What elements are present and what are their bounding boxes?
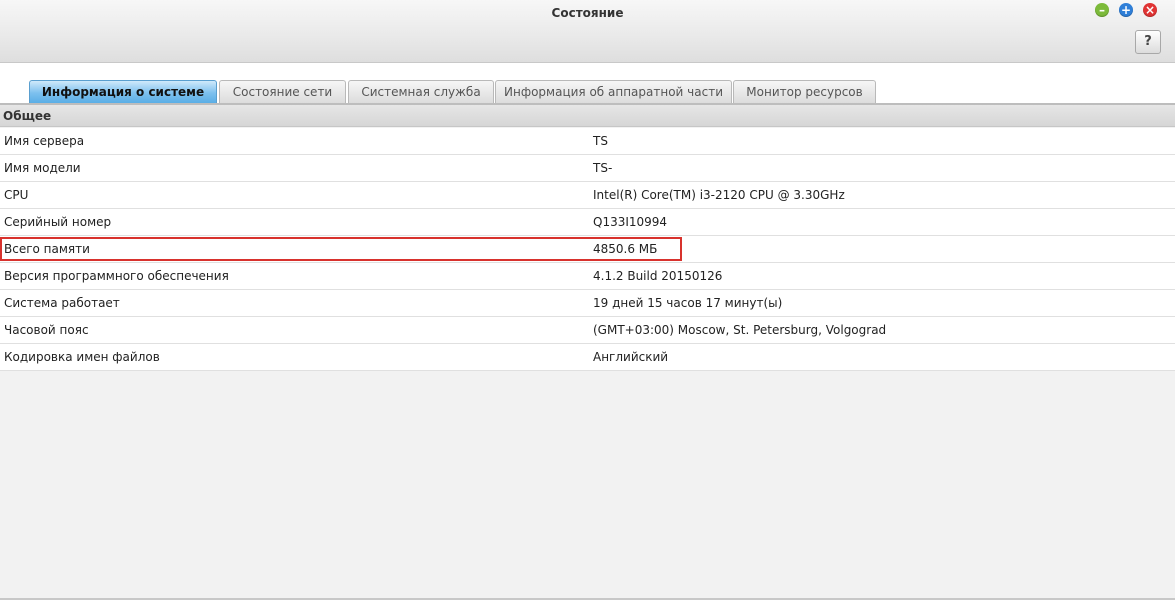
row-label: CPU <box>4 188 29 202</box>
table-row: Серийный номер Q133I10994 <box>0 209 1175 236</box>
tab-system-info[interactable]: Информация о системе <box>29 80 217 103</box>
row-value: TS- <box>593 155 657 182</box>
redacted-block <box>607 134 652 149</box>
table-row: Всего памяти 4850.6 МБ <box>0 236 1175 263</box>
section-header-general: Общее <box>0 105 1175 127</box>
window-title: Состояние <box>551 6 624 20</box>
table-row: Часовой пояс (GMT+03:00) Moscow, St. Pet… <box>0 317 1175 344</box>
close-button[interactable]: × <box>1143 3 1157 17</box>
row-label: Имя модели <box>4 161 81 175</box>
timezone-value: (GMT+03:00) Moscow, St. Petersburg, Volg… <box>593 323 887 337</box>
firmware-version-value: 4.1.2 Build 20150126 <box>593 269 723 283</box>
status-window: Состояние – + × ? Информация о системе С… <box>0 0 1175 600</box>
table-row: Имя сервера TS <box>0 128 1175 155</box>
help-button[interactable]: ? <box>1135 30 1161 54</box>
tab-system-service[interactable]: Системная служба <box>348 80 494 103</box>
model-name-value: TS- <box>593 161 613 175</box>
minimize-button[interactable]: – <box>1095 3 1109 17</box>
table-row: Версия программного обеспечения 4.1.2 Bu… <box>0 263 1175 290</box>
row-label: Имя сервера <box>4 134 85 148</box>
row-label: Система работает <box>4 296 120 310</box>
row-label: Всего памяти <box>4 242 90 256</box>
table-row: Имя модели TS- <box>0 155 1175 182</box>
total-memory-value: 4850.6 МБ <box>593 242 658 256</box>
tab-network-status[interactable]: Состояние сети <box>219 80 346 103</box>
info-table: Имя сервера TS Имя модели TS- CPU Intel(… <box>0 128 1175 371</box>
tab-hardware-info[interactable]: Информация об аппаратной части <box>495 80 732 103</box>
row-value: TS <box>593 128 652 155</box>
filename-encoding-value: Английский <box>593 350 669 364</box>
row-label: Версия программного обеспечения <box>4 269 229 283</box>
row-label: Часовой пояс <box>4 323 89 337</box>
cpu-value: Intel(R) Core(TM) i3-2120 CPU @ 3.30GHz <box>593 188 845 202</box>
maximize-button[interactable]: + <box>1119 3 1133 17</box>
table-row: Кодировка имен файлов Английский <box>0 344 1175 371</box>
table-row: Система работает 19 дней 15 часов 17 мин… <box>0 290 1175 317</box>
tab-resource-monitor[interactable]: Монитор ресурсов <box>733 80 876 103</box>
title-bar: Состояние – + × ? <box>0 0 1175 63</box>
serial-number-value: Q133I10994 <box>593 215 668 229</box>
row-label: Кодировка имен файлов <box>4 350 160 364</box>
table-row: CPU Intel(R) Core(TM) i3-2120 CPU @ 3.30… <box>0 182 1175 209</box>
redacted-block <box>612 161 657 176</box>
uptime-value: 19 дней 15 часов 17 минут(ы) <box>593 296 783 310</box>
row-label: Серийный номер <box>4 215 112 229</box>
tab-strip: Информация о системе Состояние сети Сист… <box>0 63 1175 105</box>
server-name-value: TS <box>593 134 608 148</box>
